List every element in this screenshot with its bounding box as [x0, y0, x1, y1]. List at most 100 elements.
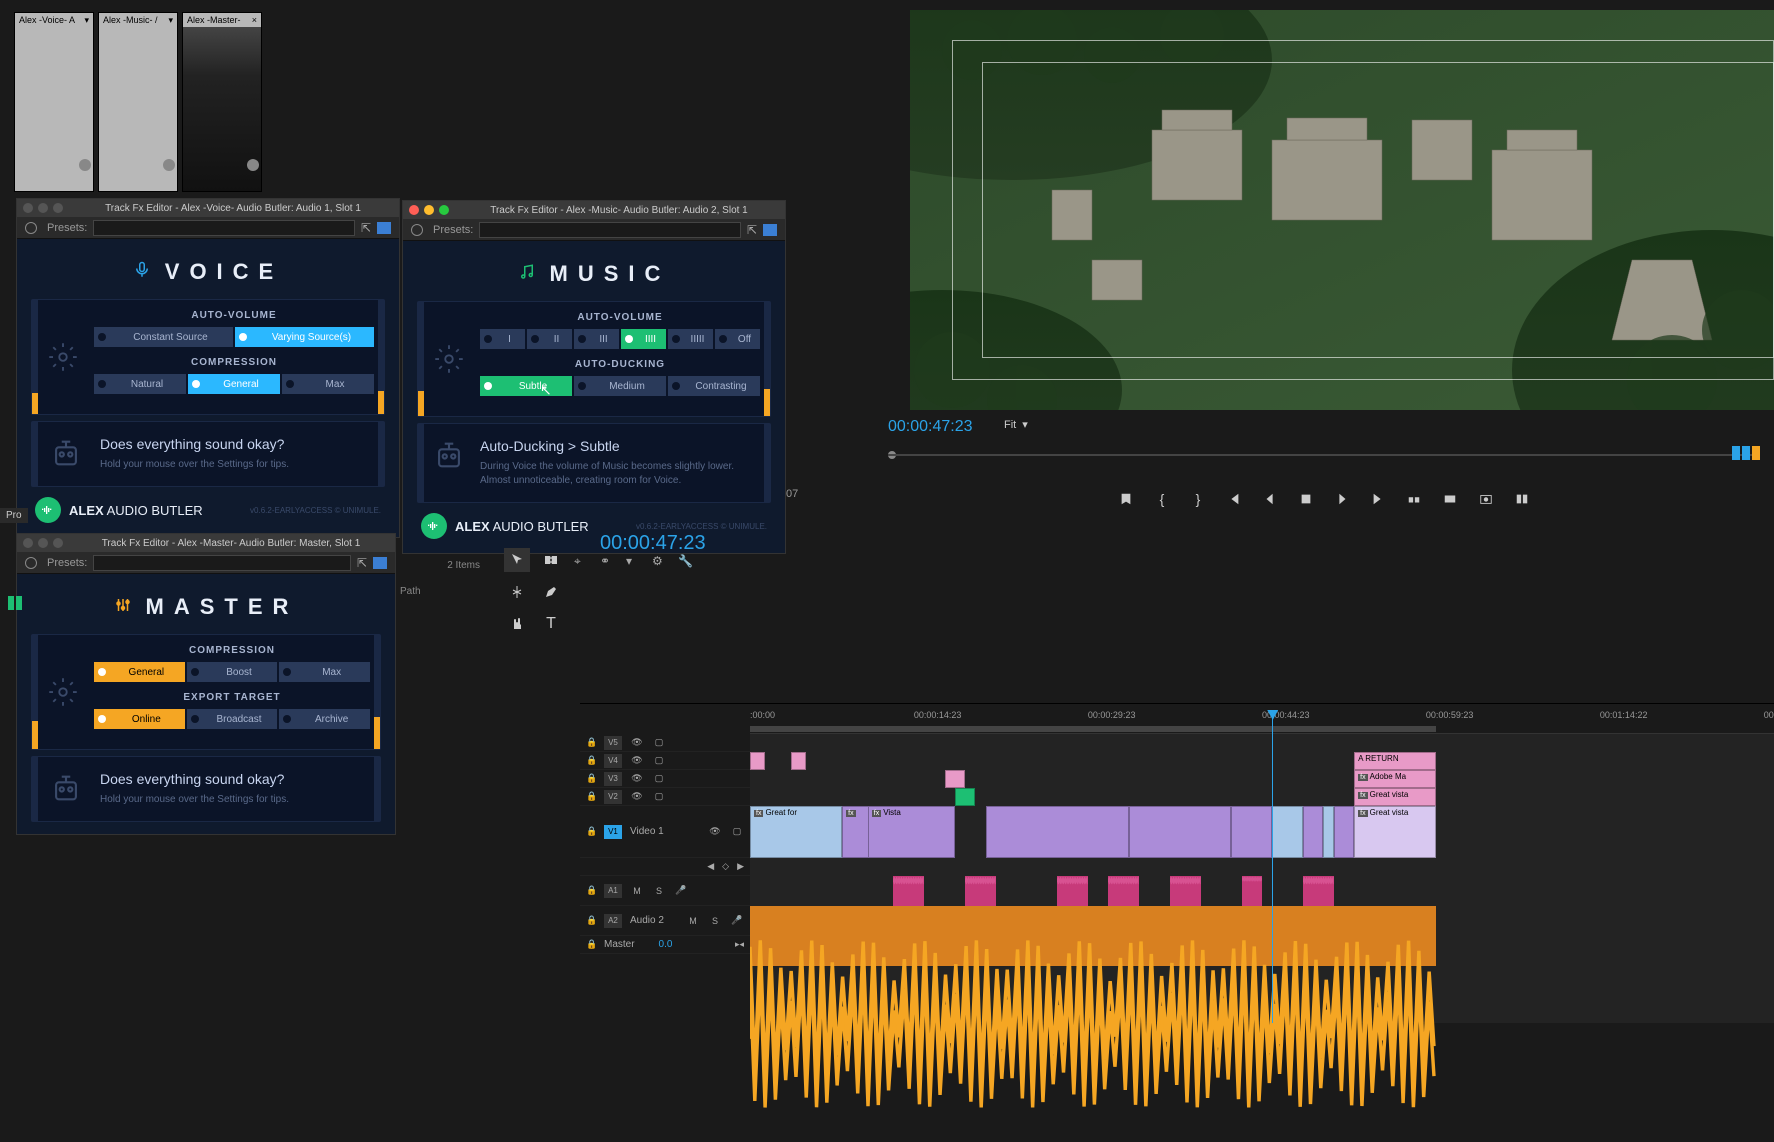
track-target-toggle[interactable]: A2 [604, 914, 622, 928]
window-mode-icon[interactable] [763, 224, 777, 236]
track-target-toggle[interactable]: V3 [604, 772, 622, 786]
segment-iii[interactable]: III [574, 329, 619, 349]
segment-off[interactable]: Off [715, 329, 760, 349]
preset-dropdown[interactable] [93, 555, 351, 571]
settings-icon[interactable]: ⚙ [652, 554, 668, 570]
segment-boost[interactable]: Boost [187, 662, 278, 682]
lift-btn[interactable] [1403, 488, 1425, 510]
audio-clip[interactable] [1108, 876, 1139, 906]
track-header-row[interactable]: 🔒V5👁▢ [580, 734, 750, 752]
maximize-window-icon[interactable] [439, 205, 449, 215]
timeline-clips-area[interactable]: A RETURNfxAdobe MafxGreat vistafxGreat f… [750, 734, 1774, 1023]
track-target-toggle[interactable]: V1 [604, 825, 622, 839]
segment-max[interactable]: Max [282, 374, 374, 394]
segment-general[interactable]: General [188, 374, 280, 394]
comparison-btn[interactable] [1511, 488, 1533, 510]
selection-tool[interactable] [504, 548, 530, 572]
window-titlebar[interactable]: Track Fx Editor - Alex -Voice- Audio But… [17, 199, 399, 217]
type-tool[interactable]: T [538, 612, 564, 636]
hand-tool[interactable] [504, 612, 530, 636]
pin-icon[interactable]: ⇱ [357, 556, 367, 570]
lock-icon[interactable]: 🔒 [586, 755, 596, 766]
mixer-track-music[interactable]: Alex -Music- /▾ [98, 12, 178, 192]
preset-dropdown[interactable] [93, 220, 355, 236]
go-to-in-btn[interactable] [1223, 488, 1245, 510]
lock-icon[interactable]: 🔒 [586, 773, 596, 784]
gear-icon[interactable] [42, 342, 84, 372]
mixer-track-master[interactable]: Alex -Master-× [182, 12, 262, 192]
timeline-clip[interactable] [1129, 806, 1231, 858]
segment-general[interactable]: General [94, 662, 185, 682]
marker-btn[interactable] [1115, 488, 1137, 510]
extract-btn[interactable] [1439, 488, 1461, 510]
timeline-clip[interactable] [1334, 806, 1354, 858]
segment-archive[interactable]: Archive [279, 709, 370, 729]
fx-indicator-icon[interactable] [163, 159, 175, 171]
timeline-ruler[interactable]: :00:0000:00:14:2300:00:29:2300:00:44:230… [750, 710, 1774, 734]
mute-toggle[interactable]: M [630, 886, 644, 896]
timeline-clip[interactable]: fxGreat vista [1354, 806, 1436, 858]
timeline-clip[interactable]: A RETURN [1354, 752, 1436, 770]
segment-online[interactable]: Online [94, 709, 185, 729]
minimize-window-icon[interactable] [424, 205, 434, 215]
go-to-out-btn[interactable] [1367, 488, 1389, 510]
track-header-row[interactable]: 🔒A2Audio 2MS🎤 [580, 906, 750, 936]
close-icon[interactable]: ▾ [84, 15, 89, 26]
gear-icon[interactable] [428, 344, 470, 374]
snap-icon[interactable]: ⌖ [574, 554, 590, 570]
sync-lock-icon[interactable]: ▢ [652, 755, 666, 766]
prev-keyframe-icon[interactable]: ◀ [707, 861, 714, 872]
lock-icon[interactable]: 🔒 [586, 939, 596, 950]
timeline-clip[interactable]: fxGreat for [750, 806, 842, 858]
toggle-output-icon[interactable]: 👁 [630, 737, 644, 748]
track-header-row[interactable]: 🔒V4👁▢ [580, 752, 750, 770]
timeline-clip[interactable] [1272, 806, 1303, 858]
segment-ii[interactable]: II [527, 329, 572, 349]
toggle-output-icon[interactable]: 👁 [630, 773, 644, 784]
timeline-clip[interactable]: fxGreat vista [1354, 788, 1436, 806]
solo-toggle[interactable]: S [708, 916, 722, 926]
link-icon[interactable]: ⚭ [600, 554, 616, 570]
lock-icon[interactable]: 🔒 [586, 737, 596, 748]
segment-varying-sources[interactable]: Varying Source(s) [235, 327, 374, 347]
window-titlebar[interactable]: Track Fx Editor - Alex -Music- Audio But… [403, 201, 785, 219]
wrench-icon[interactable]: 🔧 [678, 554, 694, 570]
lock-icon[interactable]: 🔒 [586, 826, 596, 837]
timeline-clip[interactable] [1231, 806, 1272, 858]
timeline-clip[interactable]: fxVista [868, 806, 955, 858]
power-icon[interactable] [411, 224, 423, 236]
ripple-tool[interactable] [538, 548, 564, 572]
segment-contrasting[interactable]: Contrasting [668, 376, 760, 396]
mute-toggle[interactable]: M [686, 916, 700, 926]
timeline-clip[interactable] [1323, 806, 1333, 858]
step-back-btn[interactable] [1259, 488, 1281, 510]
segment-i[interactable]: I [480, 329, 525, 349]
timeline-clip[interactable] [750, 752, 765, 770]
audio-clip[interactable] [750, 906, 1436, 936]
close-icon[interactable]: ▾ [168, 15, 173, 26]
segment-broadcast[interactable]: Broadcast [187, 709, 278, 729]
sync-lock-icon[interactable]: ▢ [730, 826, 744, 837]
lock-icon[interactable]: 🔒 [586, 885, 596, 896]
close-window-icon[interactable] [409, 205, 419, 215]
window-titlebar[interactable]: Track Fx Editor - Alex -Master- Audio Bu… [17, 534, 395, 552]
power-icon[interactable] [25, 222, 37, 234]
timeline-timecode[interactable]: 00:00:47:23 [600, 532, 706, 555]
toggle-output-icon[interactable]: 👁 [630, 791, 644, 802]
timeline-clip[interactable] [955, 788, 975, 806]
fx-indicator-icon[interactable] [247, 159, 259, 171]
segment-subtle[interactable]: Subtle [480, 376, 572, 396]
lock-icon[interactable]: 🔒 [586, 791, 596, 802]
sync-lock-icon[interactable]: ▢ [652, 737, 666, 748]
segment-iiii[interactable]: IIII [621, 329, 666, 349]
sync-lock-icon[interactable]: ▢ [652, 773, 666, 784]
timeline-clip[interactable]: fxAdobe Ma [1354, 770, 1436, 788]
export-frame-btn[interactable] [1475, 488, 1497, 510]
segment-constant-source[interactable]: Constant Source [94, 327, 233, 347]
monitor-zoom-select[interactable]: Fit▾ [1004, 418, 1028, 431]
solo-toggle[interactable]: S [652, 886, 666, 896]
monitor-viewport[interactable] [910, 10, 1774, 410]
pin-icon[interactable]: ⇱ [747, 223, 757, 237]
segment-iiiii[interactable]: IIIII [668, 329, 713, 349]
window-mode-icon[interactable] [373, 557, 387, 569]
